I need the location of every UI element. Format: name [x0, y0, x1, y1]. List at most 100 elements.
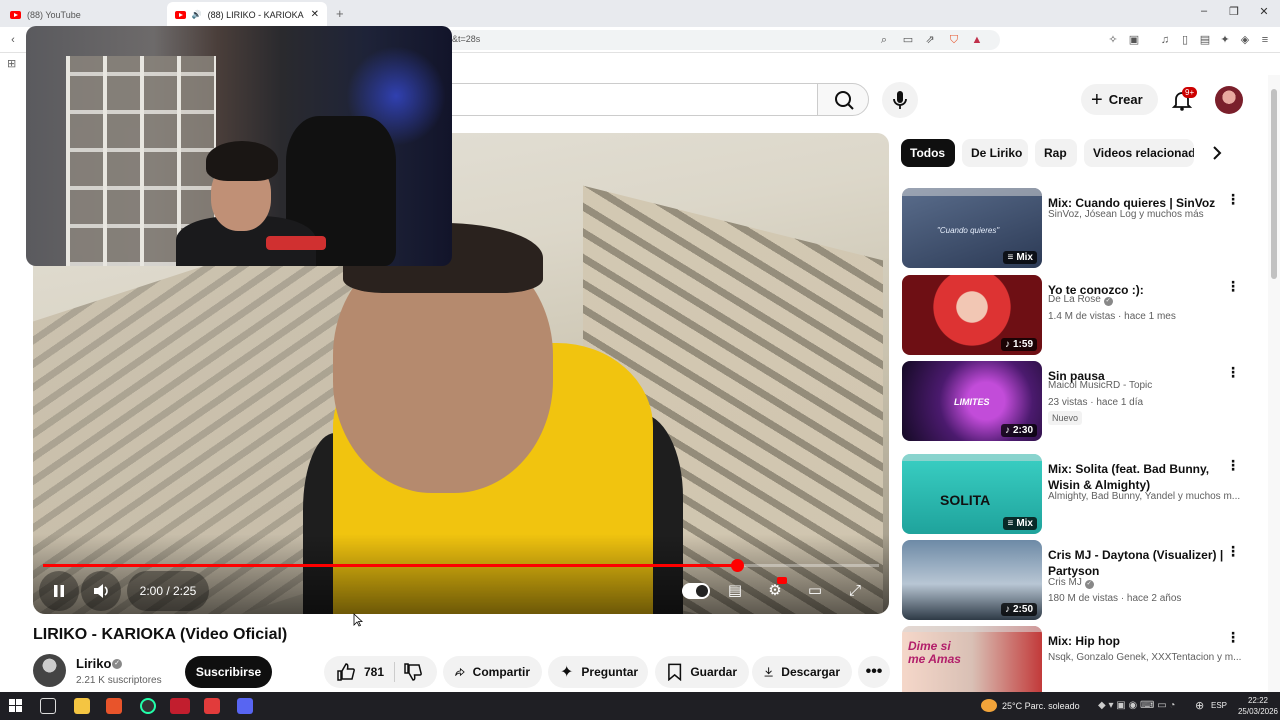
ask-button[interactable]: ✦ Preguntar [548, 656, 648, 688]
webcam-overlay [26, 26, 452, 266]
obs-icon[interactable] [140, 698, 156, 714]
recommendation-item[interactable]: "Cuando quieres" ≡ Mix Mix: Cuando quiere… [902, 188, 1262, 268]
recommendation-item[interactable]: ♪ 1:59 Yo te conozco :): De La Rose ✓ 1.4… [902, 275, 1262, 355]
video-thumbnail[interactable]: ♪ 1:59 [902, 275, 1042, 355]
subtitles-icon[interactable]: ▤ [725, 581, 745, 601]
tab-search-icon[interactable]: ▣ [1127, 33, 1141, 47]
more-vertical-icon[interactable]: ⋮ [1226, 630, 1240, 644]
tab-video[interactable]: 🔊 (88) LIRIKO - KARIOKA (Video ✕ [167, 2, 327, 27]
sidebar-icon[interactable]: ▯ [1178, 33, 1192, 47]
download-button[interactable]: Descargar [752, 656, 852, 688]
sparkle-icon: ✦ [560, 664, 574, 681]
create-button[interactable]: + Crear [1081, 84, 1158, 115]
address-bar[interactable]: &t=28s [440, 30, 1000, 50]
channel-avatar[interactable] [33, 654, 66, 687]
new-badge: Nuevo [1048, 411, 1083, 425]
task-view-icon[interactable] [40, 698, 56, 714]
language-indicator[interactable]: ESP [1211, 701, 1227, 710]
share-button[interactable]: Compartir [443, 656, 542, 688]
apps-grid-icon[interactable]: ⊞ [7, 57, 16, 70]
more-vertical-icon[interactable]: ⋮ [1226, 192, 1240, 206]
tray-icons[interactable]: ◆ ▾ ▣ ◉ ⌨ ▭ ◔ [1098, 700, 1175, 711]
recommendation-item[interactable]: SOLITA ≡ Mix Mix: Solita (feat. Bad Bunny… [902, 454, 1262, 534]
leo-icon[interactable]: ✦ [1218, 33, 1232, 47]
new-tab-plus-icon[interactable]: + [336, 6, 344, 21]
settings-gear-icon[interactable]: ⚙ [765, 581, 785, 601]
chip-todos[interactable]: Todos [901, 139, 955, 167]
chip-videos-relacionados[interactable]: Videos relacionados [1084, 139, 1194, 167]
clock[interactable]: 22:22 25/03/2026 [1237, 695, 1279, 717]
chevron-right-icon[interactable] [1210, 146, 1224, 160]
more-vertical-icon[interactable]: ⋮ [1226, 544, 1240, 558]
more-actions-button[interactable]: ••• [858, 656, 890, 688]
volume-button[interactable] [81, 571, 121, 611]
restore-icon[interactable]: ❐ [1224, 5, 1244, 18]
pause-icon [54, 585, 64, 597]
close-window-icon[interactable]: ✕ [1254, 5, 1274, 18]
progress-played [43, 564, 737, 567]
account-avatar[interactable] [1215, 86, 1243, 114]
chip-de-liriko[interactable]: De Liriko [962, 139, 1028, 167]
scrollbar-thumb[interactable] [1271, 89, 1277, 279]
network-globe-icon[interactable]: ⊕ [1195, 699, 1204, 712]
rewards-triangle-icon[interactable]: ▲ [970, 33, 984, 47]
thumbs-down-icon[interactable] [403, 662, 423, 682]
tab-youtube-home[interactable]: (88) YouTube [2, 2, 164, 27]
page-scrollbar[interactable] [1268, 75, 1280, 692]
more-vertical-icon[interactable]: ⋮ [1226, 458, 1240, 472]
vpn-icon[interactable]: ◈ [1238, 33, 1252, 47]
save-label: Guardar [690, 665, 737, 679]
verified-icon: ✓ [112, 659, 122, 669]
progress-bar[interactable] [43, 559, 879, 572]
file-explorer-icon[interactable] [74, 698, 90, 714]
channel-name[interactable]: Liriko [76, 656, 111, 671]
share-label: Compartir [472, 665, 530, 679]
share-page-icon[interactable]: ⇗ [923, 33, 937, 47]
close-tab-icon[interactable]: ✕ [311, 9, 319, 20]
recommendation-channel: Almighty, Bad Bunny, Yandel y muchos m..… [1048, 491, 1241, 502]
download-label: Descargar [781, 665, 840, 679]
recommendation-item[interactable]: LIMITES ♪ 2:30 Sin pausa Maicol MusicRD -… [902, 361, 1262, 441]
brave-browser-icon[interactable] [106, 698, 122, 714]
video-thumbnail[interactable]: LIMITES ♪ 2:30 [902, 361, 1042, 441]
like-button[interactable]: 781 [336, 662, 396, 682]
app-blue-icon[interactable] [237, 698, 253, 714]
fullscreen-icon[interactable]: ⤢ [845, 581, 865, 601]
recommendation-item[interactable]: Dime si me Amas Mix: Hip hop Nsqk, Gonza… [902, 626, 1262, 692]
media-icon[interactable]: ♫ [1158, 33, 1172, 47]
windows-start-icon[interactable] [9, 699, 23, 713]
microphone-icon [893, 91, 907, 109]
speaker-icon: 🔊 [191, 10, 202, 19]
cast-icon[interactable]: ▭ [901, 33, 915, 47]
weather-text[interactable]: 25°C Parc. soleado [1002, 701, 1080, 711]
recommendation-item[interactable]: ♪ 2:50 Cris MJ - Daytona (Visualizer) | P… [902, 540, 1262, 620]
theater-mode-icon[interactable]: ▭ [805, 581, 825, 601]
search-button[interactable] [817, 83, 869, 116]
verified-icon: ✓ [1103, 297, 1113, 306]
video-editor-icon[interactable] [170, 698, 190, 714]
search-input[interactable] [440, 83, 818, 116]
more-vertical-icon[interactable]: ⋮ [1226, 365, 1240, 379]
youtube-favicon-icon [175, 10, 186, 19]
pause-button[interactable] [39, 571, 79, 611]
save-button[interactable]: Guardar [655, 656, 749, 688]
video-thumbnail[interactable]: ♪ 2:50 [902, 540, 1042, 620]
create-label: Crear [1108, 92, 1143, 107]
video-thumbnail[interactable]: SOLITA ≡ Mix [902, 454, 1042, 534]
subscribe-button[interactable]: Suscribirse [185, 656, 272, 688]
back-icon[interactable]: ‹ [6, 33, 20, 47]
autoplay-toggle[interactable] [682, 583, 710, 599]
voice-search-button[interactable] [882, 82, 918, 118]
wallet-icon[interactable]: ▤ [1198, 33, 1212, 47]
app-red-icon[interactable] [204, 698, 220, 714]
zoom-icon[interactable]: ⌕ [877, 33, 891, 47]
extensions-icon[interactable]: ✧ [1106, 33, 1120, 47]
video-thumbnail[interactable]: Dime si me Amas [902, 626, 1042, 692]
menu-icon[interactable]: ≡ [1258, 33, 1272, 47]
brave-shield-icon[interactable]: ⛉ [947, 33, 961, 47]
more-vertical-icon[interactable]: ⋮ [1226, 279, 1240, 293]
minimize-icon[interactable]: – [1194, 5, 1214, 17]
video-thumbnail[interactable]: "Cuando quieres" ≡ Mix [902, 188, 1042, 268]
chip-rap[interactable]: Rap [1035, 139, 1077, 167]
like-count: 781 [364, 665, 385, 679]
